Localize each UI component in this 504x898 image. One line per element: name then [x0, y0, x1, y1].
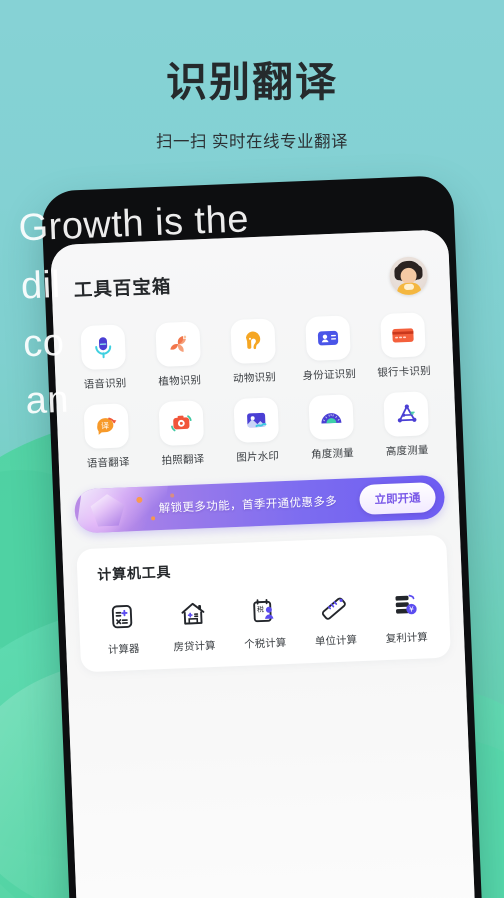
house-loan-icon — [176, 596, 211, 631]
tool-item-image-watermark[interactable]: 图片水印 — [218, 397, 295, 466]
avatar[interactable] — [388, 256, 429, 296]
tool-item-voice-recognition[interactable]: 语音识别 — [65, 324, 142, 393]
app-sheet: 工具百宝箱 语音识别 植物识别 动物识别 身份证识别 银行卡识别 译 语音翻译 … — [50, 229, 477, 898]
avatar-face — [400, 267, 417, 285]
calc-label: 计算器 — [107, 642, 140, 657]
calc-label: 个税计算 — [244, 637, 287, 651]
phone-screen: 工具百宝箱 语音识别 植物识别 动物识别 身份证识别 银行卡识别 译 语音翻译 … — [50, 229, 477, 898]
microphone-icon — [80, 324, 127, 371]
tool-grid: 语音识别 植物识别 动物识别 身份证识别 银行卡识别 译 语音翻译 拍照翻译 图… — [53, 293, 457, 472]
phone-body: 工具百宝箱 语音识别 植物识别 动物识别 身份证识别 银行卡识别 译 语音翻译 … — [40, 175, 484, 898]
calc-label: 房贷计算 — [173, 639, 216, 654]
leaf-icon — [155, 321, 202, 368]
tool-label: 角度测量 — [310, 447, 355, 461]
protractor-icon — [308, 394, 354, 440]
tool-label: 动物识别 — [232, 371, 277, 386]
tool-label: 银行卡识别 — [377, 365, 432, 380]
height-measure-icon — [382, 391, 429, 437]
unit-convert-icon — [317, 590, 352, 625]
svg-text:¥: ¥ — [409, 605, 414, 614]
calc-label: 单位计算 — [314, 634, 358, 648]
tool-label: 高度测量 — [385, 444, 429, 458]
tool-item-photo-translate[interactable]: 拍照翻译 — [143, 400, 220, 469]
tool-item-plant-recognition[interactable]: 植物识别 — [140, 321, 217, 390]
calc-item-income-tax[interactable]: 税 个税计算 — [228, 593, 301, 653]
tool-item-angle-measure[interactable]: 角度测量 — [293, 394, 370, 463]
calc-item-calculator[interactable]: 计算器 — [86, 598, 159, 658]
page-subtitle: 扫一扫 实时在线专业翻译 — [155, 133, 349, 151]
app-title: 工具百宝箱 — [73, 275, 172, 301]
promo-dot — [170, 493, 175, 498]
tool-item-voice-translate[interactable]: 译 语音翻译 — [69, 403, 146, 472]
compound-interest-icon: ¥ — [388, 588, 423, 623]
svg-text:税: 税 — [257, 605, 264, 614]
phone-mockup: 工具百宝箱 语音识别 植物识别 动物识别 身份证识别 银行卡识别 译 语音翻译 … — [40, 175, 484, 898]
tool-item-id-card-recognition[interactable]: 身份证识别 — [290, 315, 367, 384]
calculator-section-title: 计算机工具 — [97, 563, 172, 583]
header: 识别翻译 扫一扫 实时在线专业翻译 — [0, 0, 504, 152]
calc-item-compound-interest[interactable]: ¥ 复利计算 — [369, 587, 442, 647]
tool-label: 拍照翻译 — [161, 453, 205, 467]
tool-label: 图片水印 — [236, 450, 280, 464]
calc-item-mortgage[interactable]: 房贷计算 — [157, 595, 230, 655]
image-watermark-icon — [233, 397, 280, 443]
tool-label: 植物识别 — [158, 374, 202, 389]
speech-translate-icon: 译 — [83, 403, 130, 449]
page-title: 识别翻译 — [166, 58, 338, 106]
calc-item-unit-convert[interactable]: 单位计算 — [299, 590, 372, 650]
elephant-icon — [230, 318, 276, 365]
tool-item-bank-card-recognition[interactable]: 银行卡识别 — [364, 312, 441, 381]
promo-text: 解锁更多功能，首季开通优惠多多 — [158, 495, 338, 516]
tool-item-height-measure[interactable]: 高度测量 — [367, 391, 444, 460]
calculator-icon — [105, 599, 140, 634]
avatar-collar — [403, 283, 415, 291]
calculator-tools-card: 计算机工具 计算器 房贷计算 税 个税计算 单位计算 ¥ 复利计算 — [76, 534, 451, 673]
tool-label: 语音识别 — [83, 377, 127, 392]
tool-label: 身份证识别 — [302, 368, 357, 383]
calculator-grid: 计算器 房贷计算 税 个税计算 单位计算 ¥ 复利计算 — [86, 587, 442, 658]
svg-text:译: 译 — [101, 421, 109, 430]
tool-item-animal-recognition[interactable]: 动物识别 — [215, 318, 292, 387]
activate-now-button[interactable]: 立即开通 — [358, 481, 437, 516]
tool-label: 语音翻译 — [86, 456, 130, 470]
bank-card-icon — [379, 312, 426, 359]
id-card-icon — [304, 315, 351, 362]
calc-label: 复利计算 — [385, 631, 428, 646]
promo-screenshot: 识别翻译 扫一扫 实时在线专业翻译 工具百宝箱 语音识别 植物识别 动物识别 身… — [0, 0, 504, 898]
camera-translate-icon — [158, 400, 205, 446]
income-tax-icon: 税 — [246, 593, 281, 628]
promo-banner[interactable]: 解锁更多功能，首季开通优惠多多 立即开通 — [73, 474, 446, 534]
